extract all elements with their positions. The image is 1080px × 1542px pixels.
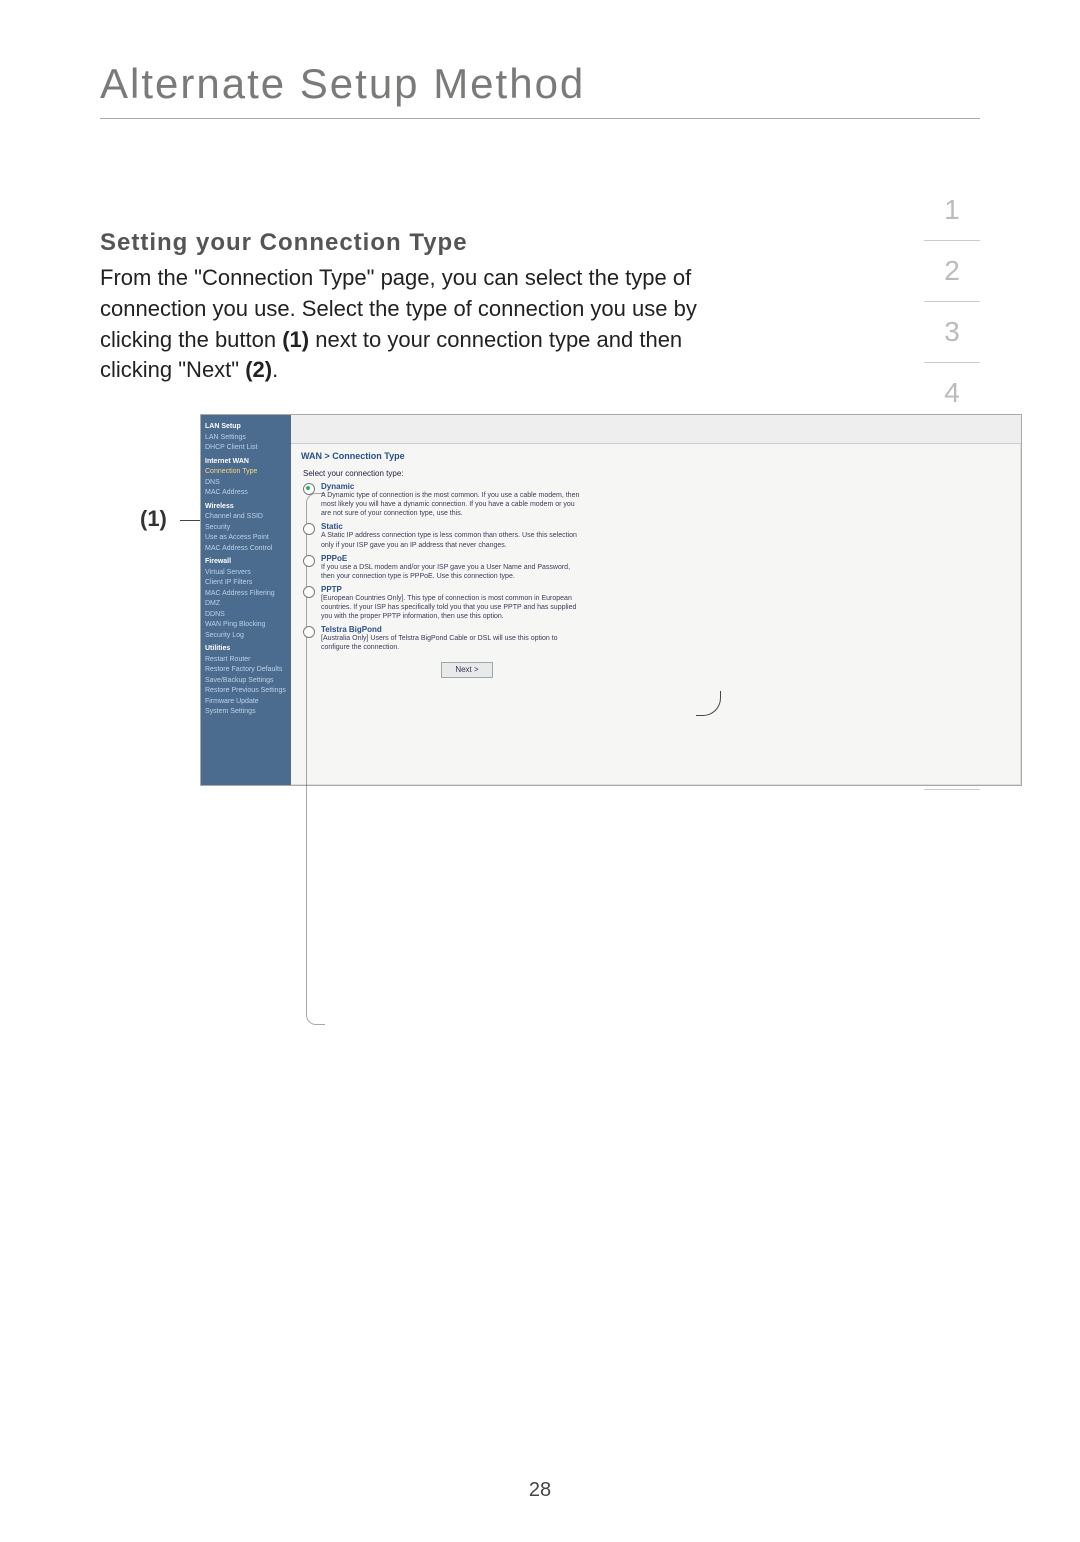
sb-firmware[interactable]: Firmware Update: [205, 697, 287, 708]
sb-h-lan: LAN Setup: [205, 422, 287, 433]
opt-bigpond-title: Telstra BigPond: [321, 625, 1011, 634]
sb-mac-control[interactable]: MAC Address Control: [205, 544, 287, 555]
callout-1-line: [180, 520, 200, 521]
sb-dhcp-list[interactable]: DHCP Client List: [205, 443, 287, 454]
option-body: Telstra BigPond [Australia Only] Users o…: [321, 625, 1011, 652]
option-dynamic[interactable]: Dynamic A Dynamic type of connection is …: [301, 482, 1011, 518]
sb-mac-address[interactable]: MAC Address: [205, 488, 287, 499]
radio-static[interactable]: [303, 523, 315, 535]
sb-restore-def[interactable]: Restore Factory Defaults: [205, 665, 287, 676]
para-ref-1: (1): [282, 327, 309, 352]
router-sidebar: LAN Setup LAN Settings DHCP Client List …: [201, 415, 291, 785]
radio-pppoe[interactable]: [303, 555, 315, 567]
radio-pptp[interactable]: [303, 586, 315, 598]
para-ref-2: (2): [245, 357, 272, 382]
manual-page: Alternate Setup Method Setting your Conn…: [0, 0, 1080, 1542]
option-body: Static A Static IP address connection ty…: [321, 522, 1011, 549]
sb-security-log[interactable]: Security Log: [205, 631, 287, 642]
option-body: PPTP [European Countries Only]. This typ…: [321, 585, 1011, 621]
sb-access-point[interactable]: Use as Access Point: [205, 533, 287, 544]
section-tab-3[interactable]: 3: [924, 302, 980, 363]
section-tab-1[interactable]: 1: [924, 180, 980, 241]
sb-h-wan: Internet WAN: [205, 457, 287, 468]
option-body: Dynamic A Dynamic type of connection is …: [321, 482, 1011, 518]
sb-save-backup[interactable]: Save/Backup Settings: [205, 676, 287, 687]
sb-restore-prev[interactable]: Restore Previous Settings: [205, 686, 287, 697]
sb-lan-settings[interactable]: LAN Settings: [205, 433, 287, 444]
callout-2-curve: [696, 691, 721, 716]
sb-security[interactable]: Security: [205, 523, 287, 534]
sb-restart[interactable]: Restart Router: [205, 655, 287, 666]
opt-pppoe-desc: If you use a DSL modem and/or your ISP g…: [321, 563, 581, 581]
radio-dynamic[interactable]: [303, 483, 315, 495]
opt-static-title: Static: [321, 522, 1011, 531]
screenshot-wrapper: (1) (2) BELKIN Router Setup Home | Help …: [150, 414, 980, 786]
sb-dmz[interactable]: DMZ: [205, 599, 287, 610]
opt-pptp-title: PPTP: [321, 585, 1011, 594]
option-body: PPPoE If you use a DSL modem and/or your…: [321, 554, 1011, 581]
body-paragraph: From the "Connection Type" page, you can…: [100, 263, 760, 386]
sb-virtual-servers[interactable]: Virtual Servers: [205, 568, 287, 579]
sb-h-utilities: Utilities: [205, 644, 287, 655]
breadcrumb: WAN > Connection Type: [301, 451, 1011, 461]
select-label: Select your connection type:: [303, 469, 1011, 478]
router-topbar: [291, 415, 1021, 444]
section-subhead: Setting your Connection Type: [100, 229, 760, 257]
option-static[interactable]: Static A Static IP address connection ty…: [301, 522, 1011, 549]
opt-dynamic-title: Dynamic: [321, 482, 1011, 491]
option-pptp[interactable]: PPTP [European Countries Only]. This typ…: [301, 585, 1011, 621]
opt-pptp-desc: [European Countries Only]. This type of …: [321, 594, 581, 621]
para-text-3: .: [272, 357, 278, 382]
opt-static-desc: A Static IP address connection type is l…: [321, 531, 581, 549]
sb-h-firewall: Firewall: [205, 557, 287, 568]
callout-1: (1): [140, 506, 167, 532]
body-block: Setting your Connection Type From the "C…: [100, 229, 760, 386]
sb-dns[interactable]: DNS: [205, 478, 287, 489]
sb-client-ip[interactable]: Client IP Filters: [205, 578, 287, 589]
sb-ddns[interactable]: DDNS: [205, 610, 287, 621]
sb-connection-type[interactable]: Connection Type: [205, 467, 287, 478]
opt-bigpond-desc: [Australia Only] Users of Telstra BigPon…: [321, 634, 581, 652]
next-button[interactable]: Next >: [441, 662, 493, 678]
sb-system[interactable]: System Settings: [205, 707, 287, 718]
sb-wan-ping[interactable]: WAN Ping Blocking: [205, 620, 287, 631]
sb-h-wireless: Wireless: [205, 502, 287, 513]
router-screenshot: BELKIN Router Setup Home | Help | Logout…: [200, 414, 1022, 786]
sb-channel-ssid[interactable]: Channel and SSID: [205, 512, 287, 523]
radio-bigpond[interactable]: [303, 626, 315, 638]
option-bigpond[interactable]: Telstra BigPond [Australia Only] Users o…: [301, 625, 1011, 652]
opt-dynamic-desc: A Dynamic type of connection is the most…: [321, 491, 581, 518]
router-main: WAN > Connection Type Select your connec…: [291, 443, 1021, 785]
option-pppoe[interactable]: PPPoE If you use a DSL modem and/or your…: [301, 554, 1011, 581]
section-tab-2[interactable]: 2: [924, 241, 980, 302]
title-rule: [100, 118, 980, 119]
opt-pppoe-title: PPPoE: [321, 554, 1011, 563]
page-number: 28: [0, 1479, 1080, 1502]
page-title: Alternate Setup Method: [100, 60, 980, 108]
sb-mac-filtering[interactable]: MAC Address Filtering: [205, 589, 287, 600]
